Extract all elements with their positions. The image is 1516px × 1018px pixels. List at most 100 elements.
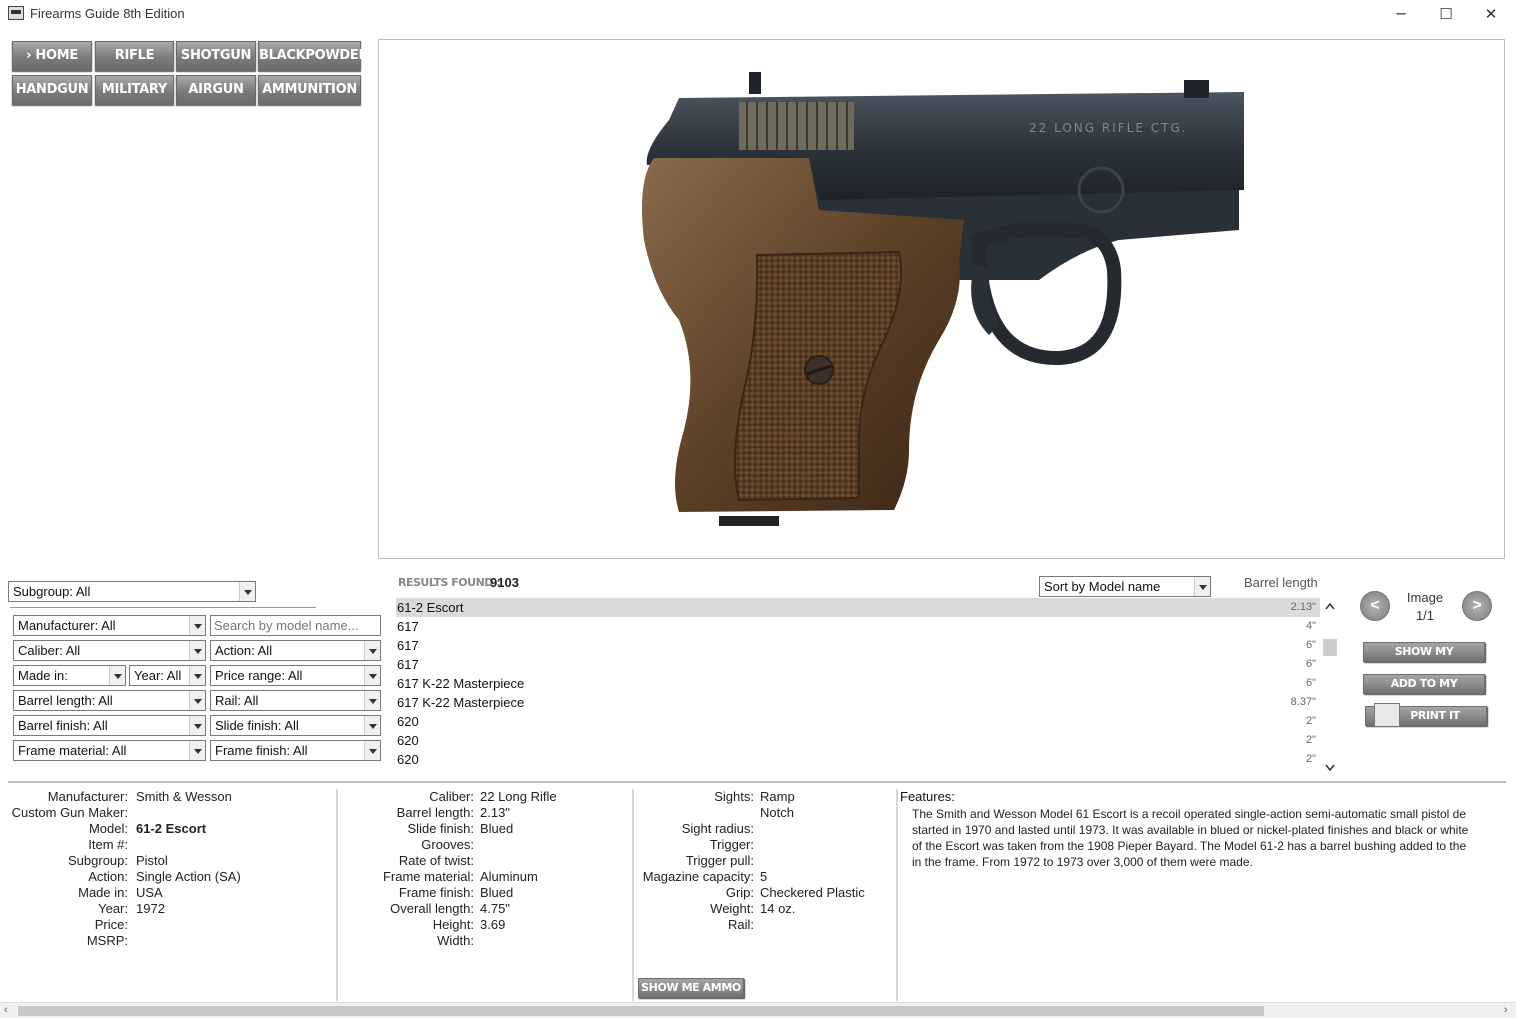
image-counter: 1/1 — [1415, 608, 1435, 623]
detail-label: Frame finish: — [398, 885, 474, 900]
title-bar: Firearms Guide 8th Edition ─ ☐ ✕ — [0, 0, 1516, 28]
nav-ammunition-button[interactable]: AMMUNITION — [258, 75, 361, 105]
model-search-input[interactable] — [210, 615, 381, 636]
print-button[interactable]: PRINT IT — [1365, 703, 1487, 727]
frame-finish-value: Frame finish: All — [215, 743, 308, 758]
result-model-name: 620 — [397, 752, 419, 767]
detail-value: Ramp — [760, 789, 795, 804]
previous-image-button[interactable]: < — [1360, 591, 1390, 621]
nav-home-button[interactable]: › HOME — [12, 41, 92, 71]
chevron-down-icon — [364, 741, 380, 760]
barrel-length-column-header: Barrel length — [1244, 575, 1318, 590]
detail-label: Overall length: — [390, 901, 474, 916]
detail-label: Sight radius: — [681, 821, 754, 836]
nav-rifle-button[interactable]: RIFLE — [95, 41, 174, 71]
price-range-dropdown[interactable]: Price range: All — [210, 665, 381, 686]
nav-shotgun-button[interactable]: SHOTGUN — [176, 41, 256, 71]
scroll-thumb[interactable] — [18, 1006, 1264, 1016]
nav-handgun-button[interactable]: HANDGUN — [12, 75, 92, 105]
scroll-left-icon[interactable]: ‹ — [4, 1004, 8, 1016]
result-row[interactable]: 620 2" — [396, 712, 1320, 731]
caliber-dropdown[interactable]: Caliber: All — [13, 640, 206, 661]
barrel-length-dropdown[interactable]: Barrel length: All — [13, 690, 206, 711]
close-button[interactable]: ✕ — [1468, 2, 1514, 26]
detail-value: 22 Long Rifle — [480, 789, 557, 804]
chevron-down-icon — [364, 716, 380, 735]
detail-label: Manufacturer: — [47, 789, 128, 804]
result-barrel-length: 2.13" — [1290, 601, 1316, 613]
detail-label: Grooves: — [421, 837, 474, 852]
detail-label: Caliber: — [429, 789, 474, 804]
show-ammo-button[interactable]: SHOW ME AMMO — [638, 978, 744, 998]
nav-airgun-button[interactable]: AIRGUN — [176, 75, 256, 105]
year-dropdown[interactable]: Year: All — [129, 665, 206, 686]
horizontal-scrollbar[interactable]: ‹ › — [0, 1002, 1516, 1018]
chevron-down-icon — [189, 641, 205, 660]
frame-finish-dropdown[interactable]: Frame finish: All — [210, 740, 381, 761]
result-row[interactable]: 620 2" — [396, 731, 1320, 750]
detail-label: Frame material: — [382, 869, 474, 884]
detail-value: Blued — [480, 885, 514, 900]
printer-icon — [1374, 703, 1400, 727]
manufacturer-dropdown[interactable]: Manufacturer: All — [13, 615, 206, 636]
slide-finish-dropdown[interactable]: Slide finish: All — [210, 715, 381, 736]
column-divider — [896, 789, 898, 1001]
made-in-dropdown[interactable]: Made in: — [13, 665, 126, 686]
result-row[interactable]: 617 6" — [396, 655, 1320, 674]
frame-material-value: Frame material: All — [18, 743, 127, 758]
detail-label: Year: — [98, 901, 128, 916]
nav-military-button[interactable]: MILITARY — [95, 75, 174, 105]
scroll-right-icon[interactable]: › — [1504, 1004, 1508, 1016]
detail-label: Rate of twist: — [398, 853, 474, 868]
result-barrel-length: 6" — [1305, 639, 1316, 651]
detail-label: Made in: — [78, 885, 128, 900]
action-dropdown[interactable]: Action: All — [210, 640, 381, 661]
detail-value: Smith & Wesson — [136, 789, 232, 804]
detail-label: Action: — [88, 869, 128, 884]
result-row[interactable]: 61-2 Escort 2.13" — [396, 598, 1320, 617]
minimize-button[interactable]: ─ — [1378, 2, 1424, 26]
detail-label: Magazine capacity: — [642, 869, 754, 884]
nav-blackpowder-button[interactable]: BLACKPOWDER — [258, 41, 368, 71]
section-divider — [8, 781, 1506, 783]
detail-value: USA — [136, 885, 163, 900]
next-image-button[interactable]: > — [1462, 591, 1492, 621]
chevron-down-icon — [364, 641, 380, 660]
action-value: Action: All — [215, 643, 273, 658]
made-in-value: Made in: — [18, 668, 68, 683]
manufacturer-value: Manufacturer: All — [18, 618, 116, 633]
result-row[interactable]: 617 K-22 Masterpiece 8.37" — [396, 693, 1320, 712]
detail-value: 14 oz. — [760, 901, 796, 916]
result-row[interactable]: 617 K-22 Masterpiece 6" — [396, 674, 1320, 693]
scrollbar-graphic — [1323, 602, 1337, 772]
chevron-down-icon — [189, 666, 205, 685]
subgroup-dropdown[interactable]: Subgroup: All — [8, 581, 256, 602]
slide-engraving: 22 LONG RIFLE CTG. — [1029, 121, 1188, 135]
result-barrel-length: 2" — [1305, 753, 1316, 765]
slide-finish-value: Slide finish: All — [215, 718, 299, 733]
detail-label: Custom Gun Maker: — [11, 805, 128, 820]
frame-material-dropdown[interactable]: Frame material: All — [13, 740, 206, 761]
chevron-down-icon — [364, 691, 380, 710]
maximize-button[interactable]: ☐ — [1423, 2, 1469, 26]
result-row[interactable]: 617 6" — [396, 636, 1320, 655]
detail-value: Blued — [480, 821, 514, 836]
result-model-name: 617 K-22 Masterpiece — [397, 695, 525, 710]
detail-value: Aluminum — [480, 869, 538, 884]
show-favorites-button[interactable]: SHOW MY FAVORITES — [1363, 642, 1485, 676]
result-row[interactable]: 620 2" — [396, 750, 1320, 769]
caliber-value: Caliber: All — [18, 643, 81, 658]
detail-label: Trigger pull: — [685, 853, 754, 868]
rail-dropdown[interactable]: Rail: All — [210, 690, 381, 711]
detail-value: 3.69 — [480, 917, 506, 932]
barrel-finish-dropdown[interactable]: Barrel finish: All — [13, 715, 206, 736]
result-model-name: 617 K-22 Masterpiece — [397, 676, 525, 691]
rail-value: Rail: All — [215, 693, 259, 708]
results-scrollbar[interactable] — [1322, 599, 1338, 775]
result-row[interactable]: 617 4" — [396, 617, 1320, 636]
detail-value: Checkered Plastic — [760, 885, 865, 900]
result-barrel-length: 2" — [1305, 734, 1316, 746]
sort-dropdown[interactable]: Sort by Model name — [1039, 576, 1211, 597]
subgroup-value: Subgroup: All — [13, 584, 91, 599]
add-favorites-button[interactable]: ADD TO MY FAVORITES — [1363, 674, 1485, 708]
